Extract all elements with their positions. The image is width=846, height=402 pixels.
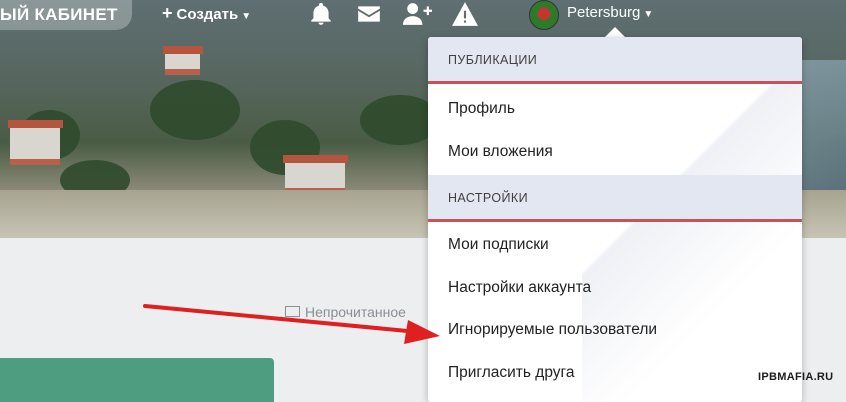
green-content-block bbox=[0, 358, 274, 402]
avatar[interactable] bbox=[529, 0, 559, 30]
personal-cabinet-button[interactable]: ЫЙ КАБИНЕТ bbox=[0, 0, 132, 30]
section-header-publications: ПУБЛИКАЦИИ bbox=[428, 37, 802, 84]
envelope-icon[interactable] bbox=[355, 1, 383, 27]
bell-icon[interactable] bbox=[308, 1, 334, 27]
house-roof bbox=[163, 46, 203, 54]
menu-item-subscriptions[interactable]: Мои подписки bbox=[428, 225, 802, 265]
plus-icon: + bbox=[162, 3, 173, 23]
user-menu-toggle[interactable]: Petersburg ▼ bbox=[567, 4, 653, 21]
menu-item-account-settings[interactable]: Настройки аккаунта bbox=[428, 268, 802, 308]
house-roof bbox=[8, 120, 63, 128]
user-name: Petersburg bbox=[567, 4, 641, 21]
warning-icon[interactable] bbox=[452, 1, 478, 27]
menu-item-invite-friend[interactable]: Пригласить друга bbox=[428, 353, 802, 393]
house bbox=[10, 125, 60, 165]
house bbox=[285, 160, 345, 194]
caret-down-icon: ▼ bbox=[241, 11, 252, 22]
menu-item-ignored-users[interactable]: Игнорируемые пользователи bbox=[428, 310, 802, 350]
tree bbox=[150, 80, 240, 140]
menu-item-attachments[interactable]: Мои вложения bbox=[428, 132, 802, 172]
create-menu-button[interactable]: + Создать ▼ bbox=[162, 3, 251, 27]
menu-item-profile[interactable]: Профиль bbox=[428, 89, 802, 129]
section-header-settings: НАСТРОЙКИ bbox=[428, 175, 802, 222]
user-dropdown-menu: ПУБЛИКАЦИИ Профиль Мои вложения НАСТРОЙК… bbox=[428, 37, 802, 402]
create-label: Создать bbox=[176, 6, 239, 23]
watermark: IPBMAFIA.RU bbox=[758, 371, 834, 383]
unread-label: Непрочитанное bbox=[305, 304, 406, 320]
add-user-icon[interactable] bbox=[402, 1, 433, 27]
house-roof bbox=[283, 155, 348, 163]
inbox-icon bbox=[285, 306, 300, 317]
unread-filter-link[interactable]: Непрочитанное bbox=[285, 304, 406, 320]
caret-down-icon: ▼ bbox=[643, 9, 654, 20]
top-navigation: ЫЙ КАБИНЕТ + Создать ▼ Petersburg ▼ bbox=[0, 0, 846, 30]
